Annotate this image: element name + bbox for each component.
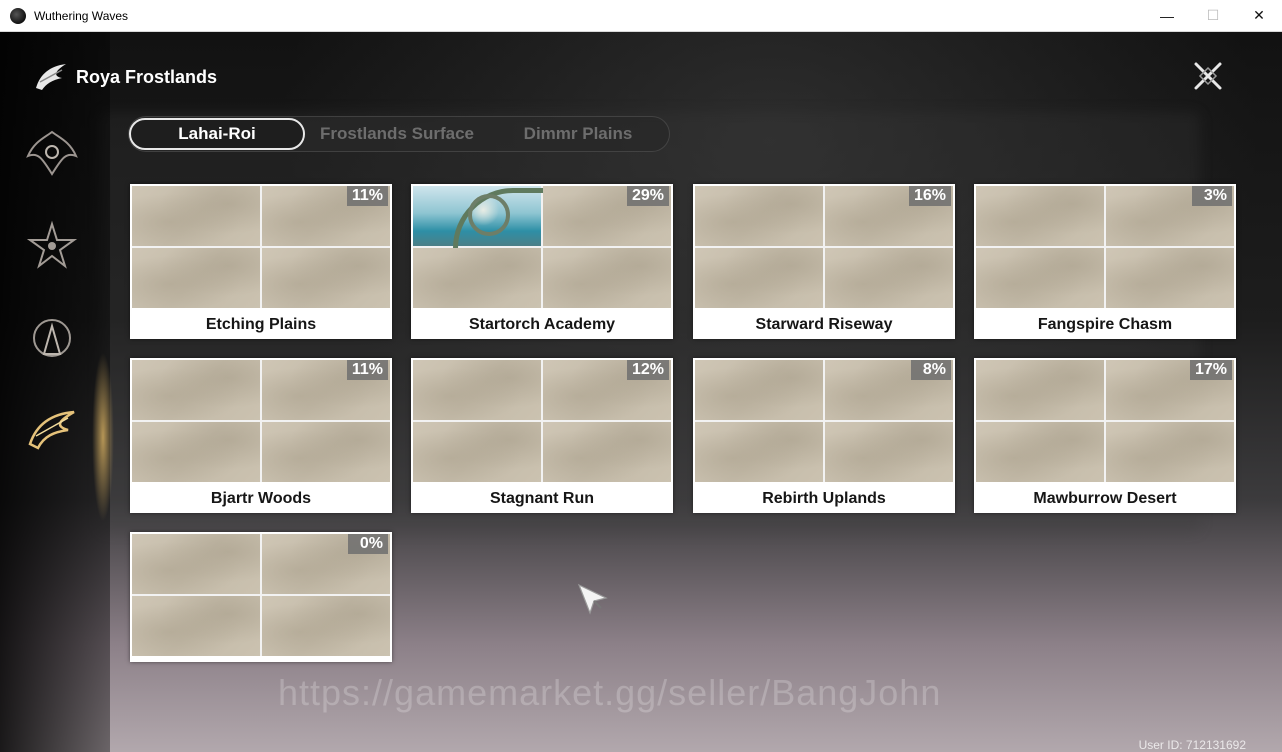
- app-icon: [10, 7, 26, 24]
- selected-region-glow: [92, 352, 114, 522]
- frostlands-emblem-icon: [32, 60, 70, 94]
- area-card-etching-plains[interactable]: 11% Etching Plains: [130, 184, 392, 339]
- area-card-bjartr-woods[interactable]: 11% Bjartr Woods: [130, 358, 392, 513]
- mouse-cursor-icon: [576, 582, 610, 621]
- exploration-percent: 11%: [346, 186, 388, 206]
- tab-lahai-roi[interactable]: Lahai-Roi: [129, 118, 305, 150]
- minimize-button[interactable]: —: [1144, 0, 1190, 31]
- subregion-tabs: Lahai-Roi Frostlands Surface Dimmr Plain…: [128, 116, 670, 152]
- exploration-percent: 3%: [1192, 186, 1232, 206]
- area-card-fangspire-chasm[interactable]: 3% Fangspire Chasm: [974, 184, 1236, 339]
- maximize-button[interactable]: ☐: [1190, 0, 1236, 31]
- user-id: User ID: 712131692: [1138, 738, 1246, 752]
- exploration-percent: 17%: [1189, 360, 1232, 380]
- area-card-stagnant-run[interactable]: 12% Stagnant Run: [411, 358, 673, 513]
- landmark-art-tile: [413, 186, 568, 273]
- exploration-percent: 0%: [348, 534, 388, 554]
- exploration-percent: 29%: [626, 186, 669, 206]
- close-map-button[interactable]: [1192, 60, 1224, 92]
- area-card-startorch-academy[interactable]: 29% Startorch Academy: [411, 184, 673, 339]
- game-window: Wuthering Waves — ☐ ✕ Roya Frostlands La…: [0, 0, 1282, 752]
- game-area: Roya Frostlands Lahai-Roi Frostlands Sur…: [0, 32, 1282, 752]
- title-bar: Wuthering Waves — ☐ ✕: [0, 0, 1282, 32]
- watermark: https://gamemarket.gg/seller/BangJohn: [278, 672, 942, 713]
- tab-dimmr-plains[interactable]: Dimmr Plains: [489, 118, 667, 150]
- close-icon: [1194, 62, 1222, 90]
- tab-frostlands-surface[interactable]: Frostlands Surface: [305, 118, 489, 150]
- dragon-crest-icon[interactable]: [24, 128, 80, 178]
- exploration-percent: 16%: [908, 186, 951, 206]
- area-name: Etching Plains: [205, 315, 317, 333]
- area-name: Fangspire Chasm: [1037, 315, 1173, 333]
- area-card-mawburrow-desert[interactable]: 17% Mawburrow Desert: [974, 358, 1236, 513]
- area-card-rebirth-uplands[interactable]: 8% Rebirth Uplands: [693, 358, 955, 513]
- star-crest-icon[interactable]: [24, 220, 80, 270]
- area-card-starward-riseway[interactable]: 16% Starward Riseway: [693, 184, 955, 339]
- goddess-crest-icon[interactable]: [24, 314, 80, 364]
- region-header: Roya Frostlands: [32, 60, 217, 94]
- area-name: Bjartr Woods: [210, 489, 312, 507]
- area-name: Mawburrow Desert: [1033, 489, 1177, 507]
- area-name: Stagnant Run: [490, 489, 594, 507]
- window-controls: — ☐ ✕: [1144, 0, 1282, 31]
- window-title: Wuthering Waves: [34, 8, 129, 23]
- exploration-percent: 8%: [911, 360, 951, 380]
- close-window-button[interactable]: ✕: [1236, 0, 1282, 31]
- area-name: Starward Riseway: [755, 315, 893, 333]
- area-name: Startorch Academy: [468, 315, 616, 333]
- region-title: Roya Frostlands: [76, 66, 218, 87]
- frostlands-crest-icon[interactable]: [24, 404, 80, 454]
- exploration-percent: 12%: [626, 360, 669, 380]
- exploration-percent: 11%: [346, 360, 388, 380]
- area-card-unnamed[interactable]: 0%: [130, 532, 392, 662]
- area-name: Rebirth Uplands: [762, 489, 886, 507]
